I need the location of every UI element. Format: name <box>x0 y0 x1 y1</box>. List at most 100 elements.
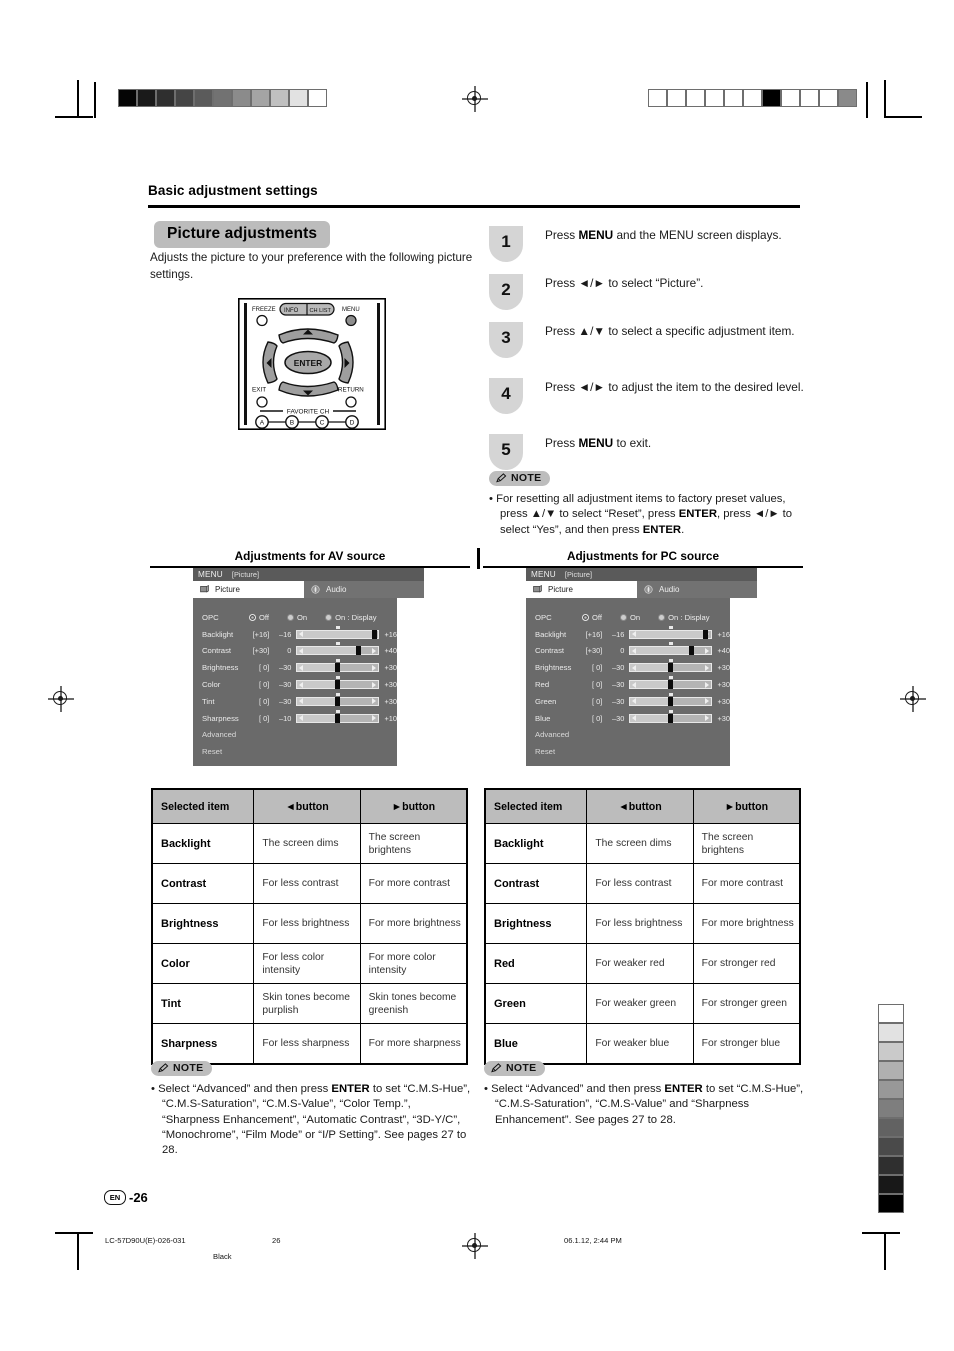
osd-label-backlight: Backlight <box>535 629 567 639</box>
osd-row-backlight: Backlight [+16] –16 +16 <box>193 625 397 643</box>
slider-knob[interactable] <box>371 629 377 639</box>
osd-label-green: Green <box>535 696 557 706</box>
slider-color[interactable] <box>296 676 380 690</box>
opc-option-on[interactable]: On <box>287 613 307 622</box>
slider-backlight[interactable] <box>629 625 713 639</box>
slider-knob[interactable] <box>668 696 674 706</box>
adjustment-table-av: Selected item ◄button ►button Backlight The … <box>151 788 468 1065</box>
slider-center-tick <box>335 692 340 696</box>
note-badge-top: NOTE <box>489 471 551 486</box>
slider-knob[interactable] <box>355 646 361 656</box>
osd-tabs: Picture Audio <box>526 581 757 598</box>
table-cell-right: For more contrast <box>359 863 468 904</box>
osd-label-brightness: Brightness <box>202 663 239 673</box>
note-text-av: • Select “Advanced” and then press ENTER… <box>151 1083 471 1157</box>
slider-knob[interactable] <box>668 680 674 690</box>
slider-center-tick <box>668 659 673 663</box>
slider-center-tick <box>335 676 340 680</box>
osd-max-value: +40 <box>717 646 730 656</box>
osd-bracket-value: [ 0] <box>591 696 603 706</box>
slider-right-arrow-icon <box>372 698 377 705</box>
slider-knob[interactable] <box>688 646 694 656</box>
osd-bracket-value: [ 0] <box>591 713 603 723</box>
opc-option-label: On <box>630 612 641 622</box>
slider-fill <box>630 664 671 672</box>
slider-contrast[interactable] <box>296 642 380 656</box>
slider-tint[interactable] <box>296 692 380 706</box>
table-row: Brightness For less brightness For more br… <box>151 903 468 944</box>
table-cell-item: Backlight <box>151 823 255 864</box>
slider-contrast[interactable] <box>629 642 713 656</box>
slider-left-arrow-icon <box>299 664 304 671</box>
radio-icon <box>287 613 294 621</box>
table-cell-item: Blue <box>484 1023 588 1065</box>
osd-row-opc: OPC Off On On : Display <box>193 609 397 626</box>
slider-left-arrow-icon <box>632 715 637 722</box>
table-cell-item: Red <box>484 943 588 984</box>
radio-icon <box>325 613 333 621</box>
osd-item-reset[interactable]: Reset <box>526 743 730 760</box>
slider-center-tick <box>668 692 673 696</box>
table-row: Color For less color intensity For more co… <box>151 943 468 984</box>
remote-control-diagram: FREEZE INFO CH LIST MENU ENTER EXIT RETU… <box>238 298 386 430</box>
note-badge-pc: NOTE <box>484 1061 546 1076</box>
page-title: Picture adjustments <box>154 221 331 248</box>
slider-red[interactable] <box>629 676 713 690</box>
osd-max-value: +30 <box>717 663 730 673</box>
opc-option-off[interactable]: Off <box>249 613 269 622</box>
osd-tab-picture[interactable]: Picture <box>193 581 304 598</box>
slider-knob[interactable] <box>335 696 341 706</box>
osd-label-red: Red <box>535 680 550 690</box>
slider-green[interactable] <box>629 692 713 706</box>
table-cell-right: For more brightness <box>692 903 801 944</box>
audio-icon <box>311 585 320 594</box>
section-title: Basic adjustment settings <box>148 183 318 198</box>
slider-right-arrow-icon <box>705 715 710 722</box>
slider-backlight[interactable] <box>296 625 380 639</box>
slider-knob[interactable] <box>335 713 341 723</box>
opc-option-ondisplay[interactable]: On : Display <box>325 613 377 622</box>
osd-row-contrast: Contrast [+30] 0 +40 <box>526 642 730 660</box>
osd-tab-audio[interactable]: Audio <box>637 581 757 598</box>
osd-row-color: Color [ 0] –30 +30 <box>193 676 397 693</box>
slider-fill <box>297 714 338 722</box>
slider-knob[interactable] <box>703 629 709 639</box>
page-number-block: EN -26 <box>104 1190 148 1205</box>
osd-bracket-value: [ 0] <box>258 696 270 706</box>
osd-max-value: +30 <box>717 696 730 706</box>
slider-center-tick <box>335 642 340 646</box>
slider-knob[interactable] <box>668 663 674 673</box>
opc-option-on[interactable]: On <box>620 613 640 622</box>
opc-option-off[interactable]: Off <box>582 613 602 622</box>
osd-item-advanced[interactable]: Advanced <box>526 727 730 744</box>
osd-item-reset[interactable]: Reset <box>193 743 397 760</box>
table-header-row: Selected item ◄button ►button <box>484 788 801 824</box>
slider-knob[interactable] <box>335 663 341 673</box>
osd-bracket-value: [+16] <box>585 629 603 639</box>
slider-brightness[interactable] <box>296 659 380 673</box>
slider-center-tick <box>335 709 340 713</box>
slider-fill <box>630 630 706 638</box>
radio-icon <box>658 613 666 621</box>
slider-knob[interactable] <box>668 713 674 723</box>
table-cell-left: For weaker red <box>586 943 694 984</box>
slider-center-tick <box>668 676 673 680</box>
slider-knob[interactable] <box>335 680 341 690</box>
step-text-5: Press MENU to exit. <box>545 436 652 450</box>
slider-blue[interactable] <box>629 709 713 723</box>
osd-tab-picture[interactable]: Picture <box>526 581 637 598</box>
slider-sharpness[interactable] <box>296 709 380 723</box>
opc-option-ondisplay[interactable]: On : Display <box>658 613 710 622</box>
osd-bracket-value: [ 0] <box>258 713 270 723</box>
osd-bracket-value: [+16] <box>252 629 270 639</box>
osd-item-advanced[interactable]: Advanced <box>193 727 397 744</box>
table-header-cell: Selected item <box>151 788 255 824</box>
osd-tab-audio[interactable]: Audio <box>304 581 424 598</box>
table-cell-left: The screen dims <box>586 823 694 864</box>
slider-left-arrow-icon <box>632 631 637 638</box>
footer-page-plain: 26 <box>272 1236 281 1245</box>
osd-min-value: 0 <box>287 646 292 656</box>
table-header-row: Selected item ◄button ►button <box>151 788 468 824</box>
osd-row-sharpness: Sharpness [ 0] –10 +10 <box>193 709 397 727</box>
slider-brightness[interactable] <box>629 659 713 673</box>
